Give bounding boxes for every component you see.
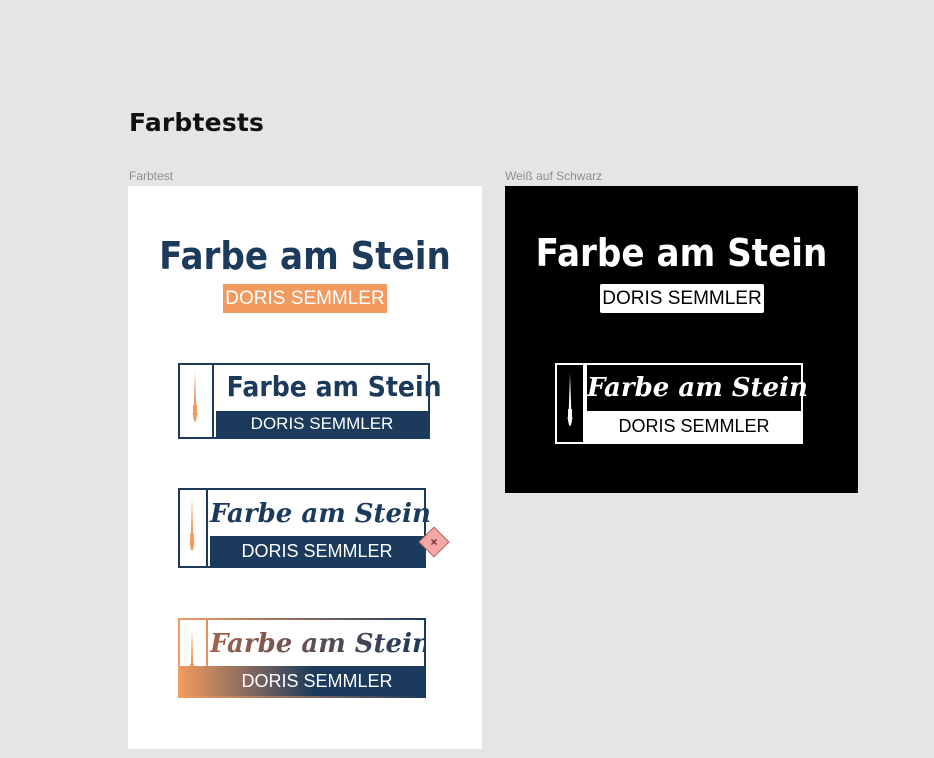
logo-variant-navy[interactable]: Farbe am Stein DORIS SEMMLER: [178, 363, 442, 439]
frame-label-farbtest[interactable]: Farbtest: [129, 169, 173, 183]
paintbrush-icon: [567, 373, 573, 426]
logo-person-bar: DORIS SEMMLER: [210, 536, 424, 566]
logo-variant-navy-script[interactable]: Farbe am Stein DORIS SEMMLER: [178, 488, 431, 568]
logo-brand-name: Farbe am Stein: [587, 365, 808, 411]
logo-variant-white-on-black[interactable]: Farbe am Stein DORIS SEMMLER: [555, 363, 808, 444]
frame-farbtest[interactable]: Farbe am Stein DORIS SEMMLER Farbe am St…: [128, 186, 482, 749]
page-title: Farbtests: [129, 108, 265, 137]
logo-person-bar: DORIS SEMMLER: [587, 411, 801, 442]
logo-brand-title: Farbe am Stein: [535, 231, 828, 275]
paintbrush-icon: [189, 498, 195, 551]
brush-cell: [557, 365, 585, 442]
logo-brand-name: Farbe am Stein: [210, 499, 431, 529]
logo-person-chip: DORIS SEMMLER: [600, 284, 764, 313]
brush-cell: [180, 490, 208, 566]
logo-brand-title: Farbe am Stein: [159, 234, 451, 278]
close-symbol: ×: [430, 535, 438, 549]
logo-brand-name: Farbe am Stein: [226, 370, 442, 403]
frame-label-weiss-auf-schwarz[interactable]: Weiß auf Schwarz: [505, 169, 602, 183]
logo-brand-name: Farbe am Stein: [210, 624, 431, 664]
logo-person-bar: DORIS SEMMLER: [216, 411, 428, 437]
logo-person-bar: DORIS SEMMLER: [180, 666, 424, 696]
frame-weiss-auf-schwarz[interactable]: Farbe am Stein DORIS SEMMLER Farbe am St…: [505, 186, 858, 493]
logo-variant-gradient[interactable]: Farbe am Stein DORIS SEMMLER: [178, 618, 431, 698]
paintbrush-icon: [192, 371, 198, 422]
brush-cell: [180, 365, 214, 437]
logo-person-chip: DORIS SEMMLER: [223, 284, 387, 313]
